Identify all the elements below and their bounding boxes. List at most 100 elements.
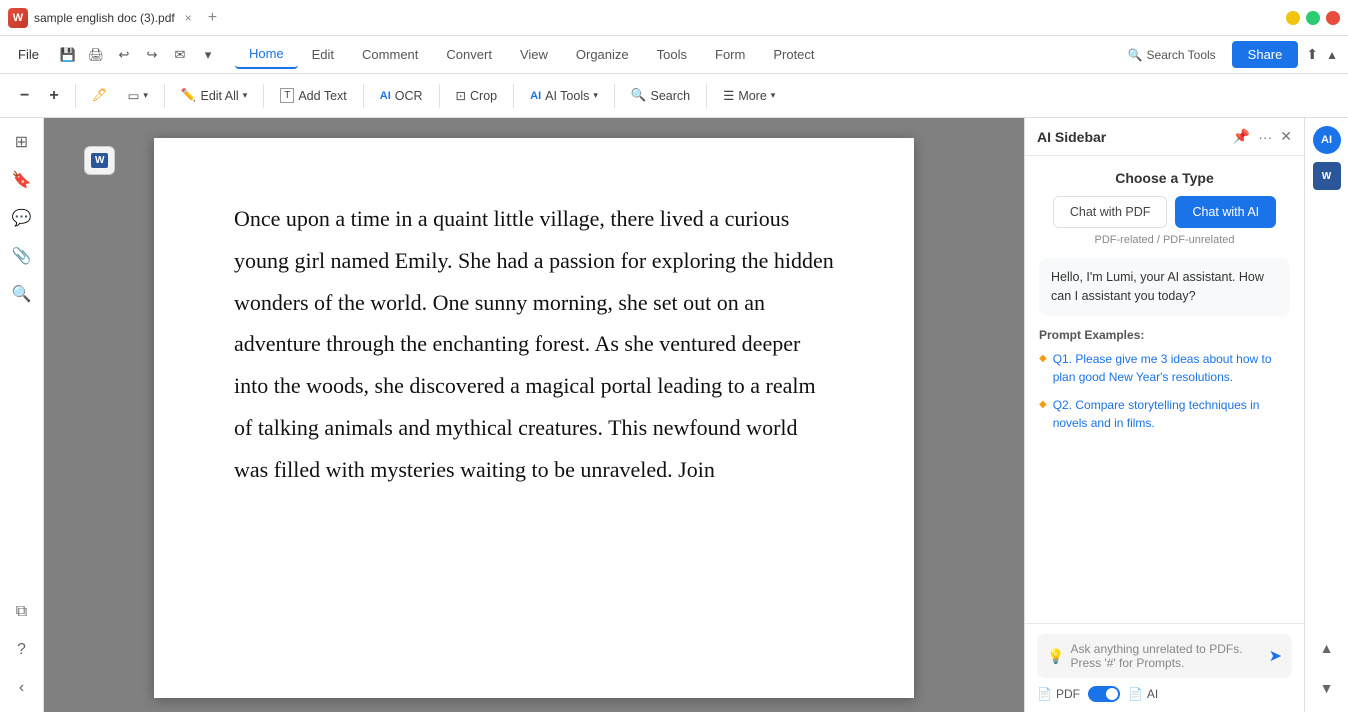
prompt-item-2[interactable]: ◆ Q2. Compare storytelling techniques in…	[1039, 396, 1290, 432]
ai-send-btn[interactable]: ➤	[1269, 646, 1282, 666]
crop-icon: ⊡	[456, 88, 466, 103]
prompt-text-1: Q1. Please give me 3 ideas about how to …	[1053, 350, 1290, 386]
ai-sidebar-header: AI Sidebar 📌 ··· ✕	[1025, 118, 1304, 156]
chat-ai-btn[interactable]: Chat with AI	[1175, 196, 1276, 228]
prompt-dot-1: ◆	[1039, 353, 1047, 364]
choose-type-label: Choose a Type	[1039, 170, 1290, 186]
ai-footer: 💡 Ask anything unrelated to PDFs. Press …	[1025, 623, 1304, 712]
add-text-icon: T	[280, 88, 294, 103]
right-word-icon[interactable]: W	[1313, 162, 1341, 190]
tab-add-btn[interactable]: +	[202, 7, 223, 29]
shape-btn[interactable]: ▭ ▾	[120, 83, 156, 108]
zoom-in-btn[interactable]: +	[41, 82, 66, 110]
window-controls	[1286, 11, 1340, 25]
ai-tools-icon: AI	[530, 90, 541, 102]
app-icon: W	[8, 8, 28, 28]
add-text-btn[interactable]: T Add Text	[272, 83, 355, 108]
crop-btn[interactable]: ⊡ Crop	[448, 83, 506, 108]
sidebar-pages-icon[interactable]: ⊞	[6, 126, 38, 158]
pdf-area: W Once upon a time in a quaint little vi…	[44, 118, 1024, 712]
tab-protect[interactable]: Protect	[759, 41, 828, 68]
pdf-page: Once upon a time in a quaint little vill…	[154, 138, 914, 698]
ai-input-area[interactable]: 💡 Ask anything unrelated to PDFs. Press …	[1037, 634, 1292, 678]
minimize-btn[interactable]	[1286, 11, 1300, 25]
print-icon[interactable]: 🖨	[83, 42, 109, 68]
scroll-up-icon[interactable]: ▲	[1311, 632, 1343, 664]
toggle-switch-pdf[interactable]	[1088, 686, 1120, 702]
collapse-icon[interactable]: ▲	[1326, 48, 1338, 62]
chat-pdf-btn[interactable]: Chat with PDF	[1053, 196, 1168, 228]
menu-right: 🔍 Search Tools Share ⬆ ▲	[1120, 41, 1338, 68]
ocr-btn[interactable]: AI OCR	[372, 84, 431, 108]
choose-type-section: Choose a Type Chat with PDF Chat with AI…	[1039, 170, 1290, 246]
edit-all-icon: ✏️	[181, 88, 197, 103]
prompt-item-1[interactable]: ◆ Q1. Please give me 3 ideas about how t…	[1039, 350, 1290, 386]
scroll-down-icon[interactable]: ▼	[1311, 672, 1343, 704]
sidebar-help-icon[interactable]: ?	[6, 634, 38, 666]
ai-input-placeholder: Ask anything unrelated to PDFs. Press '#…	[1070, 642, 1262, 670]
sidebar-layers-icon[interactable]: ⧉	[6, 596, 38, 628]
zoom-out-icon: −	[20, 87, 29, 105]
ai-pin-icon[interactable]: 📌	[1233, 128, 1250, 145]
pdf-doc-icon: 📄	[1037, 687, 1052, 701]
pdf-unrelated-note: PDF-related / PDF-unrelated	[1039, 234, 1290, 246]
titlebar: W sample english doc (3).pdf × +	[0, 0, 1348, 36]
tab-view[interactable]: View	[506, 41, 562, 68]
search-btn[interactable]: 🔍 Search	[623, 83, 698, 108]
ai-more-icon[interactable]: ···	[1258, 129, 1272, 145]
maximize-btn[interactable]	[1306, 11, 1320, 25]
more-arrow: ▾	[771, 90, 776, 101]
ai-content: Choose a Type Chat with PDF Chat with AI…	[1025, 156, 1304, 623]
search-icon: 🔍	[631, 88, 647, 103]
sidebar-comments-icon[interactable]: 💬	[6, 202, 38, 234]
highlight-btn[interactable]: 🖊	[84, 83, 116, 108]
expand-icon[interactable]: ▾	[195, 42, 221, 68]
tab-close-btn[interactable]: ×	[181, 9, 196, 27]
toggle-ai-item: 📄 AI	[1128, 687, 1158, 701]
tab-organize[interactable]: Organize	[562, 41, 643, 68]
ai-input-bulb-icon: 💡	[1047, 648, 1064, 665]
right-ai-icon[interactable]: AI	[1313, 126, 1341, 154]
more-btn[interactable]: ☰ More ▾	[715, 83, 783, 108]
tab-convert[interactable]: Convert	[432, 41, 506, 68]
menubar: File 💾 🖨 ↩ ↪ ✉ ▾ Home Edit Comment Conve…	[0, 36, 1348, 74]
ai-close-icon[interactable]: ✕	[1280, 128, 1292, 145]
sidebar-search-icon[interactable]: 🔍	[6, 278, 38, 310]
tab-tools[interactable]: Tools	[643, 41, 701, 68]
page-widget: W	[84, 146, 115, 175]
ai-tools-btn[interactable]: AI AI Tools ▾	[522, 84, 606, 108]
menu-tabs: Home Edit Comment Convert View Organize …	[235, 40, 829, 69]
redo-icon[interactable]: ↪	[139, 42, 165, 68]
ai-greeting: Hello, I'm Lumi, your AI assistant. How …	[1039, 258, 1290, 316]
search-label: Search	[650, 89, 690, 103]
tab-form[interactable]: Form	[701, 41, 759, 68]
divider-1	[75, 84, 76, 108]
sidebar-collapse-icon[interactable]: ‹	[6, 672, 38, 704]
search-tools-btn[interactable]: 🔍 Search Tools	[1120, 44, 1224, 66]
email-icon[interactable]: ✉	[167, 42, 193, 68]
divider-8	[706, 84, 707, 108]
ai-tools-label: AI Tools	[545, 89, 589, 103]
divider-4	[363, 84, 364, 108]
ai-toggle-row: 📄 PDF 📄 AI	[1037, 686, 1292, 702]
sidebar-links-icon[interactable]: 📎	[6, 240, 38, 272]
upload-icon[interactable]: ⬆	[1306, 46, 1318, 63]
ai-spacer	[1039, 454, 1290, 610]
divider-5	[439, 84, 440, 108]
shape-arrow: ▾	[143, 90, 148, 101]
edit-all-btn[interactable]: ✏️ Edit All ▾	[173, 83, 255, 108]
tab-comment[interactable]: Comment	[348, 41, 432, 68]
tab-home[interactable]: Home	[235, 40, 298, 69]
main-layout: ⊞ 🔖 💬 📎 🔍 ⧉ ? ‹ W Once upon a time in a …	[0, 118, 1348, 712]
right-panel-icons: AI W ▲ ▼	[1304, 118, 1348, 712]
share-button[interactable]: Share	[1232, 41, 1299, 68]
sidebar-bookmarks-icon[interactable]: 🔖	[6, 164, 38, 196]
edit-all-label: Edit All	[200, 89, 238, 103]
file-menu[interactable]: File	[10, 43, 47, 66]
undo-icon[interactable]: ↩	[111, 42, 137, 68]
save-icon[interactable]: 💾	[55, 42, 81, 68]
tab-edit[interactable]: Edit	[298, 41, 348, 68]
close-btn[interactable]	[1326, 11, 1340, 25]
main-toolbar: − + 🖊 ▭ ▾ ✏️ Edit All ▾ T Add Text AI OC…	[0, 74, 1348, 118]
zoom-out-btn[interactable]: −	[12, 82, 37, 110]
